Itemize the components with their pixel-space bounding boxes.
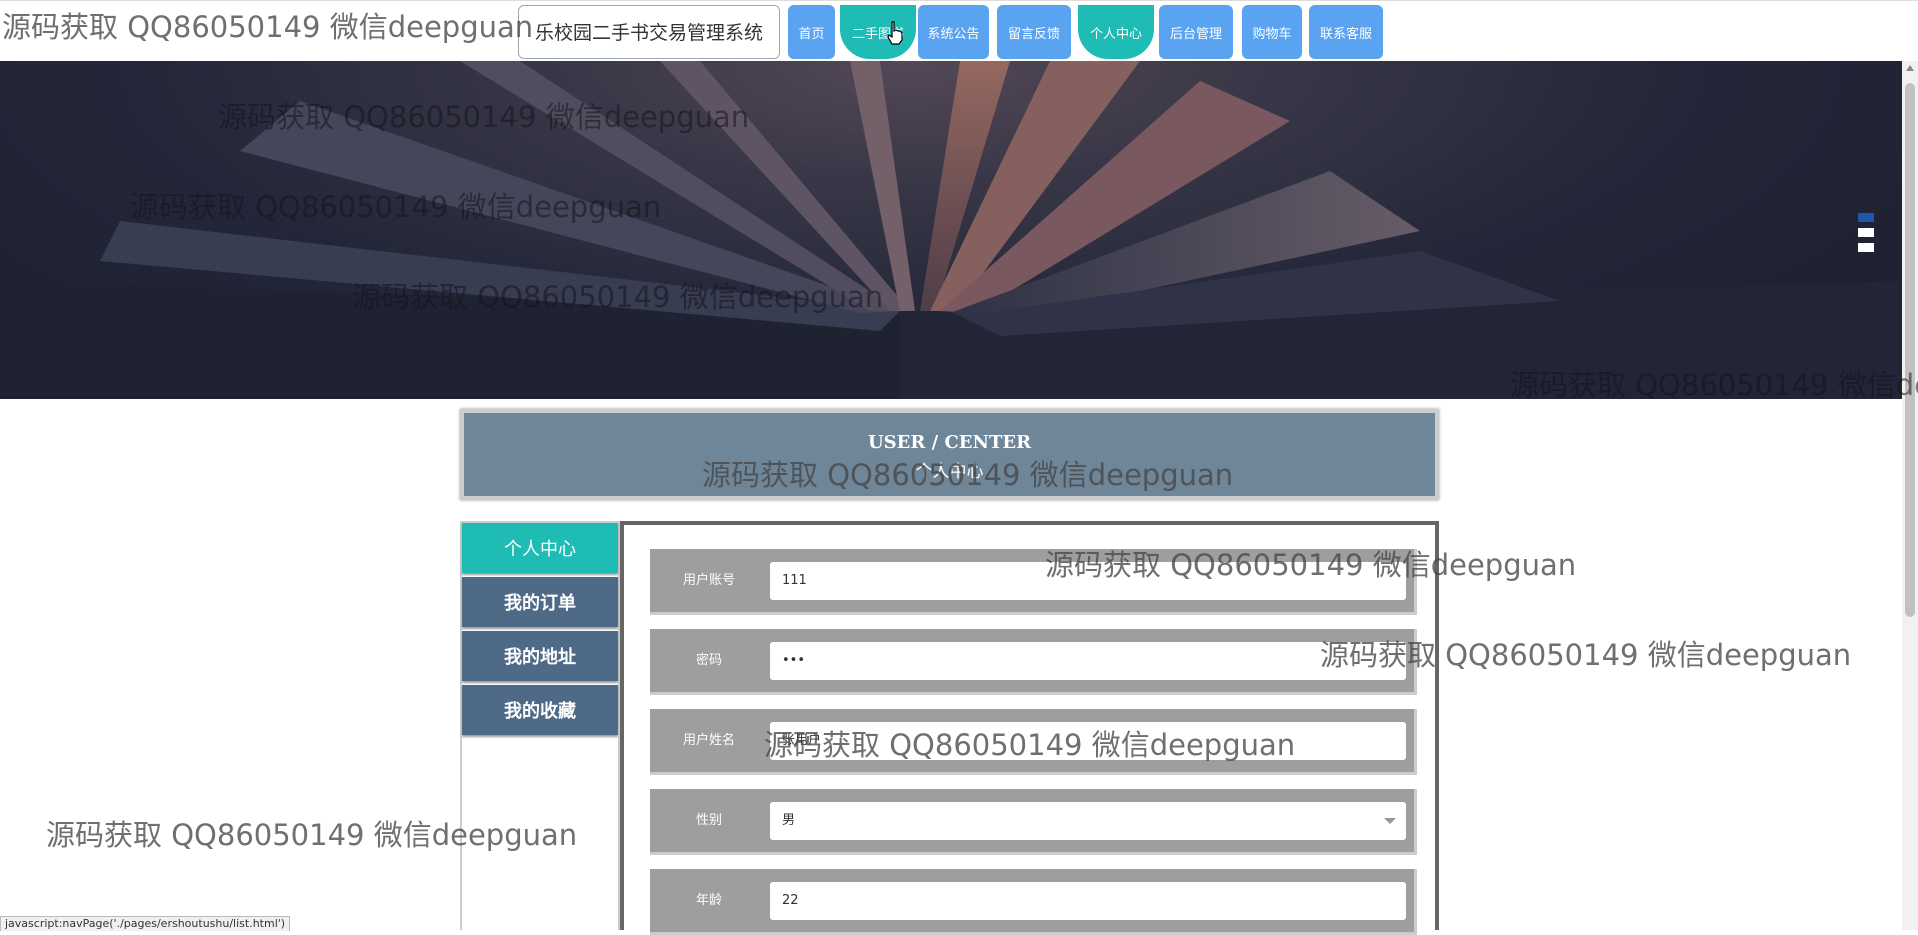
sidebar-item-my-orders[interactable]: 我的订单 xyxy=(462,577,618,627)
nav-announcements-button[interactable]: 系统公告 xyxy=(918,5,989,59)
hand-pointer-icon xyxy=(887,21,903,45)
nav-user-center-button[interactable]: 个人中心 xyxy=(1078,5,1154,59)
nav-customer-service-button[interactable]: 联系客服 xyxy=(1309,5,1383,59)
field-row-gender: 性别 男 xyxy=(650,789,1417,855)
field-row-name: 用户姓名 张用户 xyxy=(650,709,1417,775)
system-title: 乐校园二手书交易管理系统 xyxy=(518,5,780,59)
chevron-down-icon xyxy=(1384,818,1396,824)
gender-value: 男 xyxy=(782,813,796,828)
nav-home-button[interactable]: 首页 xyxy=(788,5,835,59)
age-label: 年龄 xyxy=(695,893,722,908)
password-input[interactable]: ••• xyxy=(770,642,1406,680)
gender-select[interactable]: 男 xyxy=(770,802,1406,840)
heading-chinese: 个人中心 xyxy=(915,462,984,482)
password-label: 密码 xyxy=(695,653,722,668)
profile-form: 用户账号 111 密码 ••• 用户姓名 张用户 性别 男 年龄 22 xyxy=(620,521,1439,935)
sidebar-item-my-favorites[interactable]: 我的收藏 xyxy=(462,685,618,735)
sidebar-item-user-center[interactable]: 个人中心 xyxy=(462,523,618,573)
heading-english: USER / CENTER xyxy=(867,432,1032,453)
carousel-dot-3[interactable] xyxy=(1858,243,1874,252)
nav-feedback-button[interactable]: 留言反馈 xyxy=(997,5,1071,59)
carousel-indicators xyxy=(1858,213,1874,258)
carousel-dot-1[interactable] xyxy=(1858,213,1874,222)
user-center-sidebar: 个人中心 我的订单 我的地址 我的收藏 xyxy=(460,521,620,930)
field-row-account: 用户账号 111 xyxy=(650,549,1417,615)
hero-banner-image xyxy=(0,61,1902,399)
account-input[interactable]: 111 xyxy=(770,562,1406,600)
name-input[interactable]: 张用户 xyxy=(770,722,1406,760)
page-scrollbar[interactable] xyxy=(1902,61,1918,930)
nav-admin-button[interactable]: 后台管理 xyxy=(1159,5,1233,59)
carousel-dot-2[interactable] xyxy=(1858,228,1874,237)
field-row-age: 年龄 22 xyxy=(650,869,1417,935)
nav-cart-button[interactable]: 购物车 xyxy=(1242,5,1302,59)
field-row-password: 密码 ••• xyxy=(650,629,1417,695)
open-book-illustration xyxy=(0,61,1902,399)
nav-used-books-button[interactable]: 二手图书 xyxy=(840,5,916,59)
name-label: 用户姓名 xyxy=(682,733,735,748)
gender-label: 性别 xyxy=(695,813,722,828)
top-nav-bar: 乐校园二手书交易管理系统 首页 二手图书 系统公告 留言反馈 个人中心 后台管理… xyxy=(0,0,1918,62)
user-center-heading: USER / CENTER 个人中心 xyxy=(460,409,1439,500)
age-input[interactable]: 22 xyxy=(770,882,1406,920)
sidebar-item-my-address[interactable]: 我的地址 xyxy=(462,631,618,681)
scroll-up-arrow-icon[interactable] xyxy=(1906,65,1914,71)
scrollbar-thumb[interactable] xyxy=(1905,83,1915,617)
browser-status-bar: javascript:navPage('./pages/ershoutushu/… xyxy=(0,916,291,931)
account-label: 用户账号 xyxy=(682,573,735,588)
